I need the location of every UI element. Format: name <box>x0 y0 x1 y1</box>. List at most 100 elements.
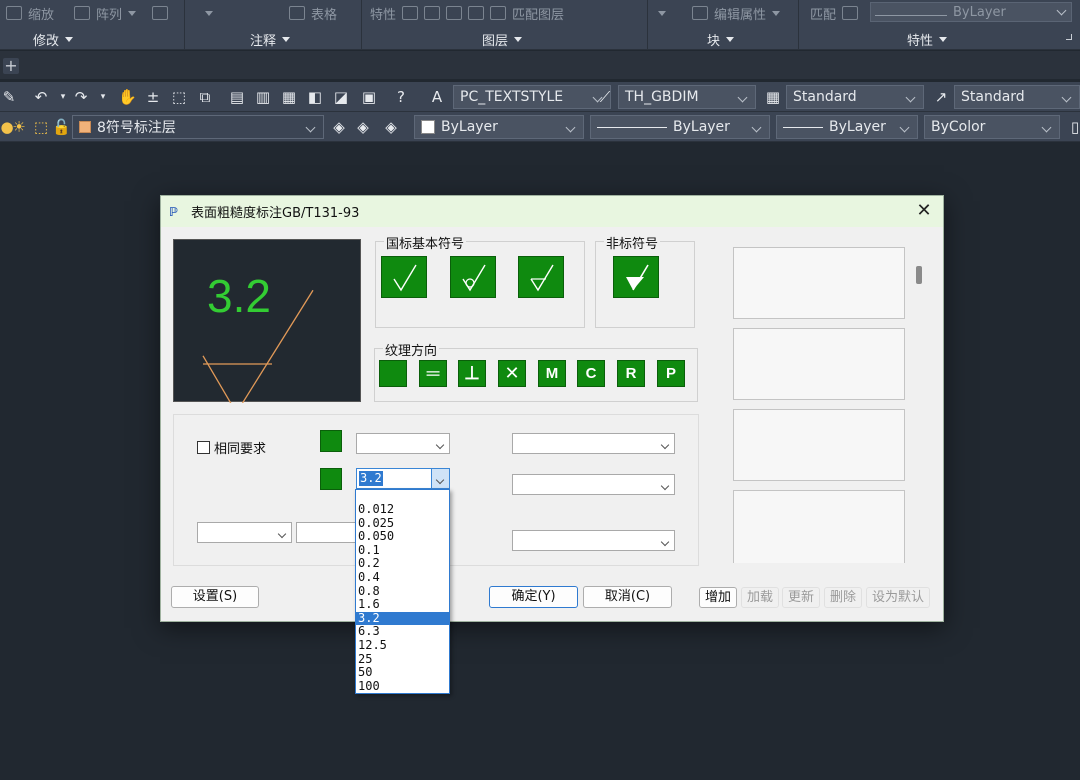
preset-list-scrollbar[interactable] <box>916 266 922 284</box>
brush-icon[interactable]: ✎ <box>0 88 18 106</box>
redo-caret-icon[interactable]: ▾ <box>94 88 112 106</box>
properties-icon[interactable]: ▤ <box>228 88 246 106</box>
panel-title-annotation[interactable]: 注释 <box>250 30 291 49</box>
same-requirement-checkbox[interactable]: 相同要求 <box>197 438 266 457</box>
texture-perpendicular-button[interactable]: ⊥ <box>458 360 486 387</box>
settings-button[interactable]: 设置(S) <box>171 586 259 608</box>
basic-symbol-any-button[interactable] <box>381 256 427 298</box>
texture-m-button[interactable]: M <box>538 360 566 387</box>
texture-c-button[interactable]: C <box>577 360 605 387</box>
dropdown-option[interactable]: 0.050 <box>356 530 449 544</box>
upper-limit-toggle[interactable] <box>320 430 342 452</box>
text-caret-icon[interactable] <box>205 10 213 16</box>
redo-icon[interactable]: ↷ <box>72 88 90 106</box>
roughness-dropdown-list[interactable]: 0.012 0.025 0.050 0.1 0.2 0.4 0.8 1.6 3.2 6.3 12.5… <box>355 489 450 694</box>
make-current-layer-icon[interactable]: ◈ <box>330 118 348 136</box>
preset-list-item[interactable] <box>733 409 905 481</box>
zoom-label[interactable]: 缩放 <box>28 4 54 23</box>
param-select-mid-bottom[interactable] <box>296 522 356 543</box>
layer-icon-1[interactable] <box>402 6 419 20</box>
ok-button[interactable]: 确定(Y) <box>489 586 578 608</box>
close-icon[interactable]: ✕ <box>913 200 935 222</box>
basic-symbol-removal-button[interactable] <box>518 256 564 298</box>
tool-palette-icon[interactable]: ▦ <box>280 88 298 106</box>
text-style-select[interactable]: PC_TEXTSTYLE <box>453 85 611 109</box>
edit-attr-caret-icon[interactable] <box>772 10 781 16</box>
zoom-window-icon[interactable]: ⬚ <box>170 88 188 106</box>
delete-button[interactable]: 删除 <box>824 587 862 608</box>
preset-list-item[interactable] <box>733 247 905 319</box>
list-icon[interactable] <box>842 6 859 20</box>
markup-icon[interactable]: ◪ <box>332 88 350 106</box>
texture-parallel-button[interactable]: ═ <box>419 360 447 387</box>
help-icon[interactable]: ? <box>392 88 410 106</box>
undo-caret-icon[interactable]: ▾ <box>54 88 72 106</box>
load-button[interactable]: 加载 <box>741 587 779 608</box>
ribbon-linetype-select[interactable]: ByLayer <box>870 2 1072 22</box>
multileader-style-icon[interactable]: ↗ <box>932 88 950 106</box>
dropdown-option[interactable]: 0.1 <box>356 543 449 558</box>
zoom-realtime-icon[interactable]: ± <box>144 88 162 106</box>
dropdown-option[interactable]: 12.5 <box>356 638 449 653</box>
cancel-button[interactable]: 取消(C) <box>583 586 672 608</box>
array-caret-icon[interactable] <box>128 10 137 16</box>
match-layer-label[interactable]: 匹配图层 <box>512 4 564 23</box>
block-caret-icon[interactable] <box>658 10 666 16</box>
update-button[interactable]: 更新 <box>782 587 820 608</box>
texture-none-button[interactable] <box>379 360 407 387</box>
dropdown-option[interactable]: 0.4 <box>356 570 449 585</box>
zoom-previous-icon[interactable]: ⧉ <box>196 88 214 106</box>
layer-previous-icon[interactable]: ◈ <box>354 118 372 136</box>
more-icon[interactable]: ▯ <box>1066 118 1080 136</box>
panel-launcher-icon[interactable] <box>1066 34 1072 40</box>
dim-style-select[interactable]: TH_GBDIM <box>618 85 756 109</box>
param-select-left-bottom[interactable] <box>197 522 292 543</box>
dropdown-option[interactable]: 6.3 <box>356 625 449 639</box>
text-style-icon[interactable]: A <box>428 88 446 106</box>
layer-icon-2[interactable] <box>424 6 441 20</box>
dropdown-option[interactable]: 0.2 <box>356 557 449 571</box>
layer-states-icon[interactable]: ◈ <box>382 118 400 136</box>
dropdown-option[interactable]: 100 <box>356 679 449 694</box>
linetype-select[interactable]: ByLayer <box>590 115 770 139</box>
param-select-right-1[interactable] <box>512 433 675 454</box>
new-tab-plus-icon[interactable]: + <box>3 58 19 74</box>
layer-icon-4[interactable] <box>468 6 485 20</box>
roughness-value-select[interactable]: 3.2 <box>356 468 450 489</box>
panel-title-properties[interactable]: 特性 <box>907 30 948 49</box>
upper-value-select[interactable] <box>356 433 450 454</box>
unlock-icon[interactable]: 🔓 <box>52 118 71 136</box>
dropdown-option[interactable]: 1.6 <box>356 598 449 612</box>
dropdown-option[interactable]: 3.2 <box>356 611 449 626</box>
dropdown-option[interactable]: 0.025 <box>356 516 449 531</box>
panel-title-modify[interactable]: 修改 <box>33 30 74 49</box>
table-style-select[interactable]: Standard <box>786 85 924 109</box>
table-label[interactable]: 表格 <box>311 4 337 23</box>
dropdown-option[interactable]: 50 <box>356 666 449 680</box>
texture-r-button[interactable]: R <box>617 360 645 387</box>
preset-list-item[interactable] <box>733 490 905 563</box>
viewport-freeze-icon[interactable]: ⬚ <box>32 118 50 136</box>
multileader-style-select[interactable]: Standard <box>954 85 1080 109</box>
design-center-icon[interactable]: ▥ <box>254 88 272 106</box>
preset-list-item[interactable] <box>733 328 905 400</box>
table-style-icon[interactable]: ▦ <box>764 88 782 106</box>
match-props-label[interactable]: 匹配 <box>810 4 836 23</box>
panel-title-layer[interactable]: 图层 <box>482 30 523 49</box>
dropdown-option[interactable]: 0.012 <box>356 502 449 517</box>
array-label[interactable]: 阵列 <box>96 4 122 23</box>
texture-crossed-button[interactable]: ✕ <box>498 360 526 387</box>
calculator-icon[interactable]: ▣ <box>360 88 378 106</box>
sheet-set-icon[interactable]: ◧ <box>306 88 324 106</box>
param-select-right-3[interactable] <box>512 530 675 551</box>
color-select[interactable]: ByLayer <box>414 115 584 139</box>
layer-icon-3[interactable] <box>446 6 463 20</box>
layer-select[interactable]: 8符号标注层 <box>72 115 324 139</box>
checkbox-box[interactable] <box>197 441 210 454</box>
param-select-right-2[interactable] <box>512 474 675 495</box>
dim-style-icon[interactable]: ⟋ <box>596 88 614 106</box>
nonstandard-symbol-button[interactable] <box>613 256 659 298</box>
basic-symbol-no-removal-button[interactable] <box>450 256 496 298</box>
plot-style-select[interactable]: ByColor <box>924 115 1060 139</box>
texture-p-button[interactable]: P <box>657 360 685 387</box>
